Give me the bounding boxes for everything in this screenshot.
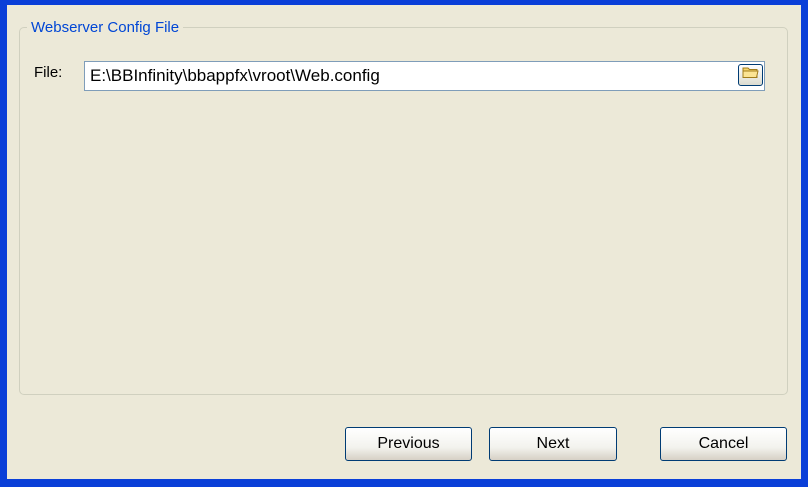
browse-button[interactable] [738,64,763,86]
groupbox-title: Webserver Config File [27,19,184,37]
file-label: File: [34,64,63,81]
folder-icon [742,66,759,84]
cancel-button[interactable]: Cancel [660,427,787,461]
previous-button[interactable]: Previous [345,427,472,461]
next-button[interactable]: Next [489,427,617,461]
file-path-input[interactable]: E:\BBInfinity\bbappfx\vroot\Web.config [84,61,765,91]
